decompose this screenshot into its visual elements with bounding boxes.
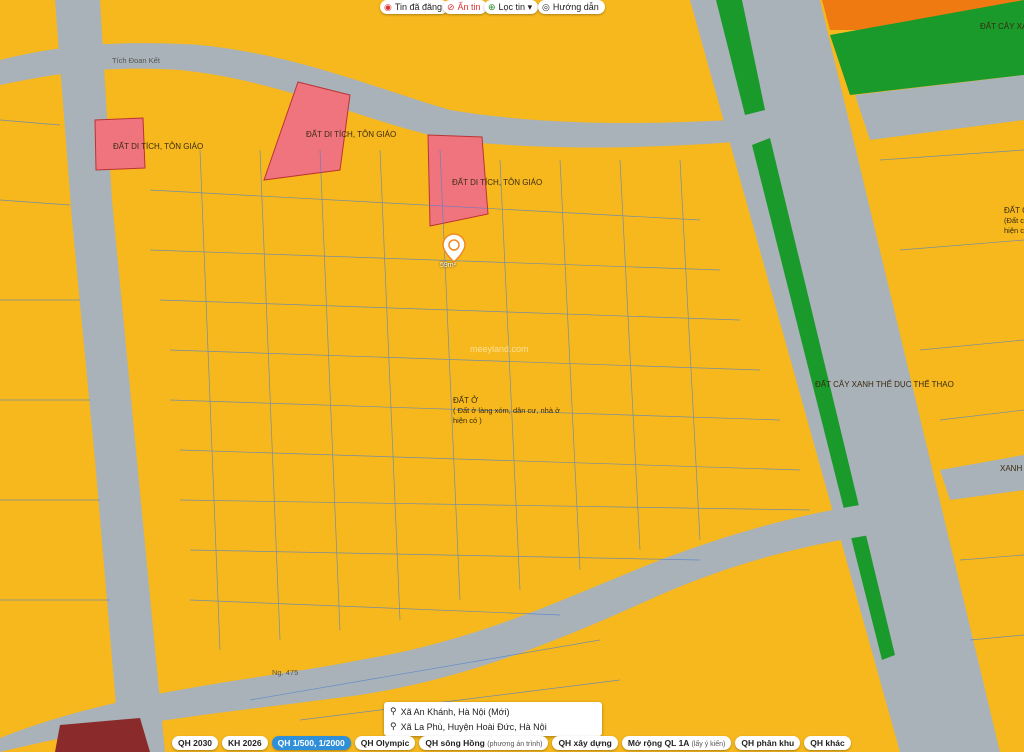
address-panel: ⚲ Xã An Khánh, Hà Nội (Mới) ⚲ Xã La Phù,… [384,702,602,736]
tab-qh-2030[interactable]: QH 2030 [172,736,219,750]
eye-off-icon: ⊘ [447,2,455,12]
planning-tabs: QH 2030 KH 2026 QH 1/500, 1/2000 QH Olym… [172,736,851,750]
address-new: ⚲ Xã An Khánh, Hà Nội (Mới) [390,706,510,717]
tab-mo-rong-ql1a[interactable]: Mở rộng QL 1A (lấy ý kiến) [621,736,732,750]
filter-icon: ⊕ [488,2,496,12]
posted-listings-button[interactable]: ◉ Tin đã đăng [380,0,449,14]
tab-qh-olympic[interactable]: QH Olympic [354,736,416,750]
tab-qh-phan-khu[interactable]: QH phân khu [735,736,801,750]
hide-listings-button[interactable]: ⊘ Ẩn tin [443,0,487,14]
address-old: ⚲ Xã La Phù, Huyện Hoài Đức, Hà Nội [390,721,547,732]
religious-plot-1 [94,117,146,171]
location-icon: ⚲ [390,706,397,716]
tab-qh-khac[interactable]: QH khác [804,736,851,750]
tab-qh-1-500[interactable]: QH 1/500, 1/2000 [271,736,351,750]
pin-icon: ◉ [384,2,392,12]
tab-qh-song-hong[interactable]: QH sông Hồng (phương án trình) [419,736,549,750]
guide-button[interactable]: ◎ Hướng dẫn [538,0,605,14]
religious-plot-3 [427,134,489,227]
watermark: meeyland.com [470,344,529,354]
map-canvas[interactable] [0,0,1024,752]
help-icon: ◎ [542,2,550,12]
pin-area-label: 59m² [440,262,456,269]
tab-kh-2026[interactable]: KH 2026 [222,736,268,750]
location-icon: ⚲ [390,721,397,731]
filter-listings-button[interactable]: ⊕ Lọc tin ▾ [484,0,539,14]
tab-qh-xay-dung[interactable]: QH xây dựng [552,736,618,750]
